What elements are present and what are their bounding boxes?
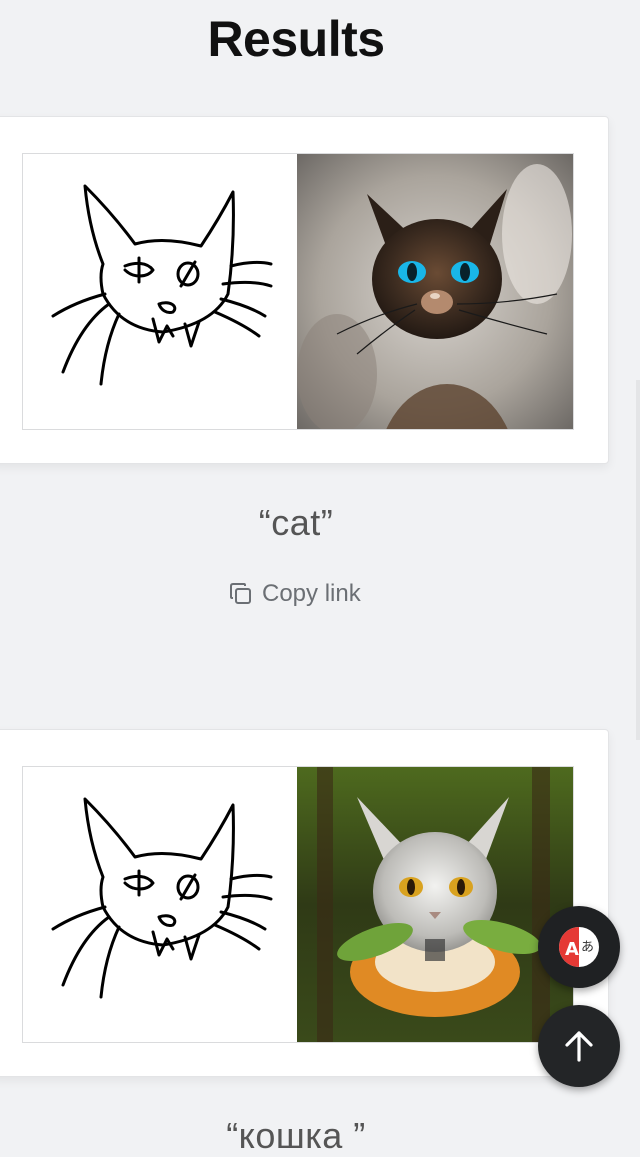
result-caption: “cat” xyxy=(258,502,334,543)
cat-sketch-image xyxy=(23,154,297,429)
generated-cat-image xyxy=(297,154,573,429)
arrow-up-icon xyxy=(565,1031,593,1062)
translate-icon: A あ xyxy=(559,927,599,967)
cat-sketch-image xyxy=(23,767,297,1042)
result-image-pair xyxy=(22,153,574,430)
scrollbar[interactable] xyxy=(636,380,640,740)
scroll-to-top-button[interactable] xyxy=(538,1005,620,1087)
result-card xyxy=(0,116,609,464)
copy-link-label: Copy link xyxy=(262,580,361,607)
copy-link-button[interactable]: Copy link xyxy=(228,580,361,608)
svg-text:A: A xyxy=(565,939,579,960)
copy-icon xyxy=(230,583,251,604)
result-caption: “кошка ” xyxy=(226,1115,366,1156)
result-card xyxy=(0,729,609,1077)
translate-button[interactable]: A あ xyxy=(538,906,620,988)
result-image-pair xyxy=(22,766,574,1043)
svg-text:あ: あ xyxy=(581,940,594,955)
page-title: Results xyxy=(207,11,385,67)
generated-cat-image xyxy=(297,767,573,1042)
